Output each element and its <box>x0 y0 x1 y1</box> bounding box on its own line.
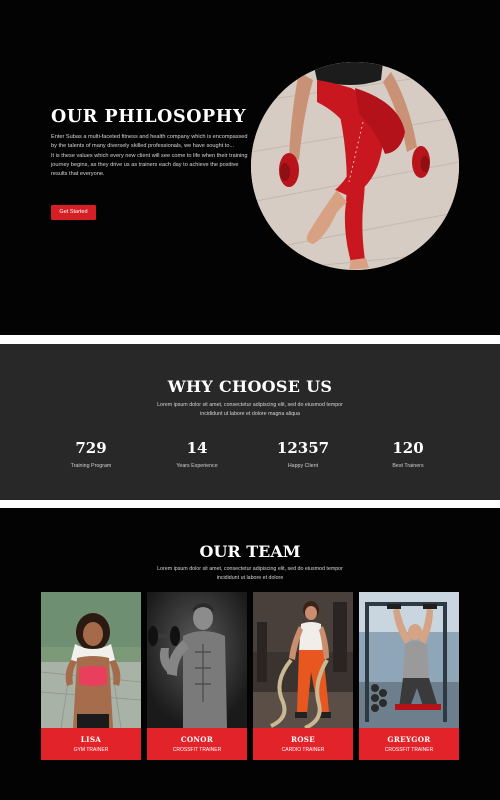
stat-value: 729 <box>75 439 107 457</box>
why-choose-us-subtitle: Lorem ipsum dolor sit amet, consectetur … <box>157 402 343 417</box>
stat-training-program: 729 Training Program <box>36 438 146 469</box>
trainer-photo <box>147 592 247 728</box>
trainer-photo <box>253 592 353 728</box>
stat-label: Training Program <box>70 463 112 469</box>
stat-best-trainers: 120 Best Trainers <box>353 438 463 469</box>
trainer-role: GYM TRAINER <box>73 747 109 753</box>
stat-value: 12357 <box>276 439 330 457</box>
stat-label: Best Trainers <box>392 463 424 469</box>
philosophy-section: OUR PHILOSOPHY Enter Subas a multi-facet… <box>0 0 500 335</box>
trainer-role: CROSSFIT TRAINER <box>172 747 222 753</box>
trainer-name: LISA <box>80 735 102 744</box>
stat-value: 14 <box>186 439 208 457</box>
philosophy-paragraph-1: Enter Subas a multi-faceted fitness and … <box>51 134 248 150</box>
philosophy-image <box>251 62 459 270</box>
why-choose-us-title: WHY CHOOSE US <box>167 377 333 396</box>
trainer-name: ROSE <box>290 735 316 744</box>
team-card-greygor[interactable]: GREYGOR CROSSFIT TRAINER <box>359 592 459 760</box>
trainer-info: GREYGOR CROSSFIT TRAINER <box>359 728 459 760</box>
trainer-name: GREYGOR <box>387 735 431 744</box>
trainer-name: CONOR <box>180 735 214 744</box>
team-card-rose[interactable]: ROSE CARDIO TRAINER <box>253 592 353 760</box>
team-section: OUR TEAM Lorem ipsum dolor sit amet, con… <box>0 508 500 800</box>
trainer-info: ROSE CARDIO TRAINER <box>253 728 353 760</box>
trainer-role: CROSSFIT TRAINER <box>384 747 434 753</box>
stat-label: Years Experience <box>176 463 218 469</box>
stat-label: Happy Client <box>287 463 319 469</box>
trainer-role: CARDIO TRAINER <box>281 747 325 753</box>
woman-with-dumbbells-illustration <box>251 62 459 270</box>
stat-years-experience: 14 Years Experience <box>142 438 252 469</box>
trainer-photo <box>41 592 141 728</box>
team-title: OUR TEAM <box>199 542 301 561</box>
why-choose-us-section: WHY CHOOSE US Lorem ipsum dolor sit amet… <box>0 344 500 500</box>
team-card-lisa[interactable]: LISA GYM TRAINER <box>41 592 141 760</box>
trainer-info: CONOR CROSSFIT TRAINER <box>147 728 247 760</box>
stat-happy-client: 12357 Happy Client <box>248 438 358 469</box>
get-started-button[interactable]: Get Started <box>51 205 96 220</box>
philosophy-text: Enter Subas a multi-faceted fitness and … <box>51 133 251 179</box>
team-subtitle: Lorem ipsum dolor sit amet, consectetur … <box>157 566 343 581</box>
team-card-conor[interactable]: CONOR CROSSFIT TRAINER <box>147 592 247 760</box>
philosophy-title: OUR PHILOSOPHY <box>51 107 247 127</box>
trainer-photo <box>359 592 459 728</box>
philosophy-paragraph-2: It is these values which every new clien… <box>51 152 248 178</box>
stat-value: 120 <box>392 439 424 457</box>
trainer-info: LISA GYM TRAINER <box>41 728 141 760</box>
